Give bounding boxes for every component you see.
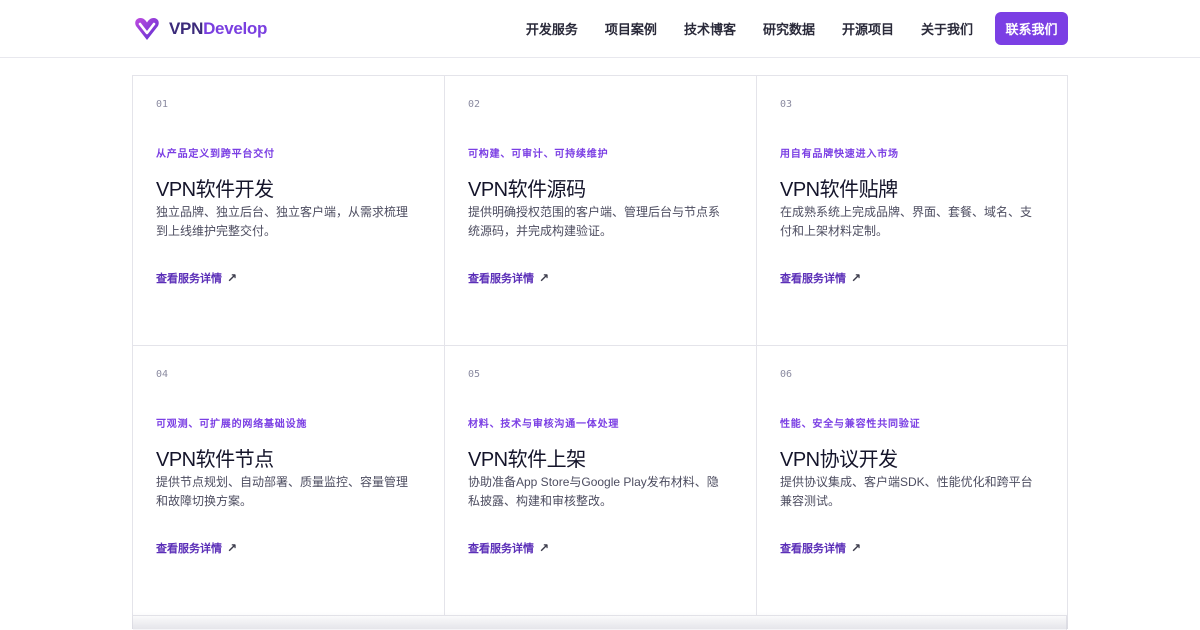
card-tagline: 材料、技术与审核沟通一体处理 [468,419,620,430]
link-label: 查看服务详情 [156,543,222,555]
brand-name-part2: Develop [203,19,268,38]
link-label: 查看服务详情 [780,543,846,555]
card-number: 02 [468,99,481,110]
arrow-up-right-icon: ↗ [227,271,238,285]
service-card: 04 可观测、可扩展的网络基础设施 VPN软件节点 提供节点规划、自动部署、质量… [133,346,445,616]
card-tagline: 可构建、可审计、可持续维护 [468,149,609,160]
view-service-details-link[interactable]: 查看服务详情 ↗ [156,540,237,556]
card-number: 05 [468,369,481,380]
card-title: VPN软件开发 [156,179,274,201]
card-description: 在成熟系统上完成品牌、界面、套餐、域名、支付和上架材料定制。 [780,205,1033,238]
card-title: VPN软件节点 [156,449,274,471]
service-card: 01 从产品定义到跨平台交付 VPN软件开发 独立品牌、独立后台、独立客户端，从… [133,76,445,346]
view-service-details-link[interactable]: 查看服务详情 ↗ [468,540,549,556]
site-header: VPNDevelop 开发服务 项目案例 技术博客 研究数据 开源项目 关于我们… [0,0,1200,58]
service-card: 03 用自有品牌快速进入市场 VPN软件贴牌 在成熟系统上完成品牌、界面、套餐、… [757,76,1067,346]
arrow-up-right-icon: ↗ [227,541,238,555]
main-nav: 开发服务 项目案例 技术博客 研究数据 开源项目 关于我们 联系我们 [526,0,1068,56]
card-title: VPN协议开发 [780,449,898,471]
card-description: 协助准备App Store与Google Play发布材料、隐私披露、构建和审核… [468,475,719,508]
nav-item-dev-services[interactable]: 开发服务 [526,19,578,38]
brand-logo[interactable]: VPNDevelop [134,15,267,43]
service-card: 06 性能、安全与兼容性共同验证 VPN协议开发 提供协议集成、客户端SDK、性… [757,346,1067,616]
card-tagline: 从产品定义到跨平台交付 [156,149,275,160]
card-title: VPN软件贴牌 [780,179,898,201]
arrow-up-right-icon: ↗ [539,541,550,555]
arrow-up-right-icon: ↗ [539,271,550,285]
card-number: 01 [156,99,169,110]
view-service-details-link[interactable]: 查看服务详情 ↗ [780,270,861,286]
view-service-details-link[interactable]: 查看服务详情 ↗ [156,270,237,286]
brand-name: VPNDevelop [169,19,267,39]
card-number: 03 [780,99,793,110]
arrow-up-right-icon: ↗ [851,541,862,555]
view-service-details-link[interactable]: 查看服务详情 ↗ [780,540,861,556]
nav-item-projects[interactable]: 项目案例 [605,19,657,38]
nav-item-blog[interactable]: 技术博客 [684,19,736,38]
heart-v-logo-icon [135,18,159,40]
service-card: 05 材料、技术与审核沟通一体处理 VPN软件上架 协助准备App Store与… [445,346,757,616]
arrow-up-right-icon: ↗ [851,271,862,285]
card-tagline: 可观测、可扩展的网络基础设施 [156,419,308,430]
service-card: 02 可构建、可审计、可持续维护 VPN软件源码 提供明确授权范围的客户端、管理… [445,76,757,346]
services-grid: 01 从产品定义到跨平台交付 VPN软件开发 独立品牌、独立后台、独立客户端，从… [132,75,1068,630]
brand-name-part1: VPN [169,19,204,38]
card-number: 06 [780,369,793,380]
nav-item-research[interactable]: 研究数据 [763,19,815,38]
card-title: VPN软件上架 [468,449,586,471]
next-row-edge [133,616,1067,630]
card-description: 提供节点规划、自动部署、质量监控、容量管理和故障切换方案。 [156,475,409,508]
card-tagline: 性能、安全与兼容性共同验证 [780,419,921,430]
nav-item-open-source[interactable]: 开源项目 [842,19,894,38]
link-label: 查看服务详情 [780,273,846,285]
card-description: 独立品牌、独立后台、独立客户端，从需求梳理到上线维护完整交付。 [156,205,409,238]
link-label: 查看服务详情 [156,273,222,285]
card-description: 提供协议集成、客户端SDK、性能优化和跨平台兼容测试。 [780,475,1033,508]
card-number: 04 [156,369,169,380]
link-label: 查看服务详情 [468,543,534,555]
view-service-details-link[interactable]: 查看服务详情 ↗ [468,270,549,286]
card-description: 提供明确授权范围的客户端、管理后台与节点系统源码，并完成构建验证。 [468,205,721,238]
contact-us-button[interactable]: 联系我们 [995,11,1068,45]
card-tagline: 用自有品牌快速进入市场 [780,149,899,160]
link-label: 查看服务详情 [468,273,534,285]
card-title: VPN软件源码 [468,179,586,201]
nav-item-about[interactable]: 关于我们 [921,19,973,38]
